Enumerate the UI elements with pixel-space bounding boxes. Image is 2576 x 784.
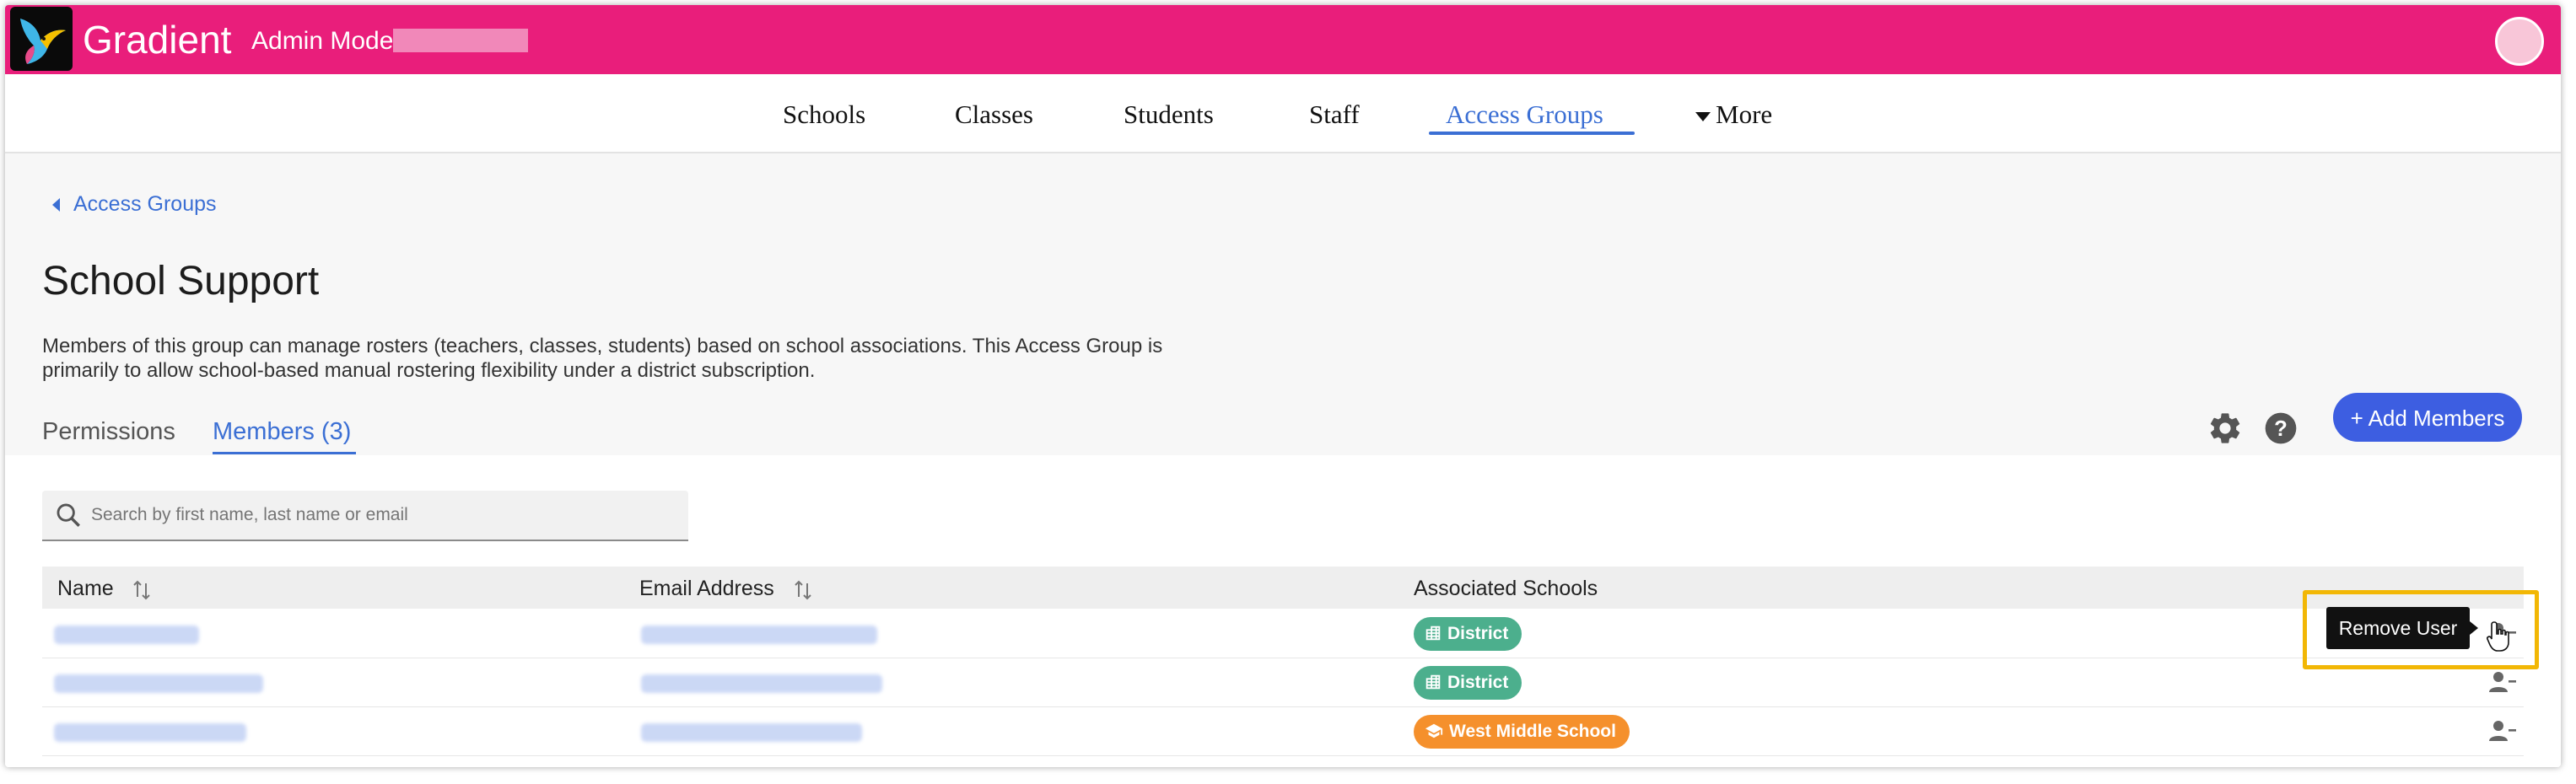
app-window: Gradient Admin Mode Schools Classes Stud… xyxy=(5,5,2561,767)
breadcrumb[interactable]: Access Groups xyxy=(52,192,217,217)
sort-icon[interactable] xyxy=(793,578,813,602)
column-header-name[interactable]: Name xyxy=(57,577,114,601)
redacted-name-link[interactable] xyxy=(54,674,263,693)
nav-item-classes[interactable]: Classes xyxy=(955,99,1033,130)
help-icon[interactable]: ? xyxy=(2262,410,2299,447)
add-members-button[interactable]: + Add Members xyxy=(2333,393,2522,442)
tab-permissions[interactable]: Permissions xyxy=(42,418,175,446)
table-row: District xyxy=(42,609,2524,658)
redacted-district-name xyxy=(393,29,528,52)
sort-icon[interactable] xyxy=(132,578,152,602)
hand-pointer-icon xyxy=(2487,620,2512,652)
redacted-email xyxy=(641,723,862,742)
search-field[interactable] xyxy=(42,491,688,541)
remove-user-icon[interactable] xyxy=(2488,718,2517,744)
district-badge: District xyxy=(1414,666,1522,700)
tab-members[interactable]: Members (3) xyxy=(213,418,351,446)
redacted-name-link[interactable] xyxy=(54,723,246,742)
svg-text:?: ? xyxy=(2274,417,2288,441)
nav-active-indicator xyxy=(1429,132,1635,135)
district-badge: District xyxy=(1414,617,1522,651)
nav-item-students[interactable]: Students xyxy=(1124,99,1214,130)
caret-down-icon xyxy=(1695,112,1711,122)
badge-label: District xyxy=(1447,624,1509,643)
table-row: West Middle School xyxy=(42,706,2524,756)
page-description: Members of this group can manage rosters… xyxy=(42,335,1163,382)
building-icon xyxy=(1425,626,1441,641)
top-bar: Gradient Admin Mode xyxy=(5,5,2561,74)
column-header-email[interactable]: Email Address xyxy=(639,577,774,601)
page-title: School Support xyxy=(42,259,320,303)
main-nav: Schools Classes Students Staff Access Gr… xyxy=(5,74,2561,153)
back-caret-icon xyxy=(52,198,60,212)
search-input[interactable] xyxy=(89,497,675,533)
school-badge: West Middle School xyxy=(1414,715,1630,749)
hummingbird-logo-icon[interactable] xyxy=(10,7,73,71)
building-icon xyxy=(1425,674,1441,690)
table-row: District xyxy=(42,658,2524,707)
user-avatar[interactable] xyxy=(2495,17,2544,66)
badge-label: District xyxy=(1447,673,1509,692)
admin-mode-label: Admin Mode xyxy=(251,27,394,55)
nav-item-more[interactable]: More xyxy=(1695,99,1772,130)
search-icon xyxy=(54,501,83,529)
breadcrumb-label: Access Groups xyxy=(73,192,217,216)
nav-more-label: More xyxy=(1716,99,1773,129)
nav-item-staff[interactable]: Staff xyxy=(1309,99,1360,130)
redacted-name-link[interactable] xyxy=(54,626,199,644)
brand-name[interactable]: Gradient xyxy=(83,17,231,62)
nav-item-access-groups[interactable]: Access Groups xyxy=(1446,99,1603,130)
tab-active-indicator xyxy=(213,452,356,454)
nav-item-schools[interactable]: Schools xyxy=(783,99,865,130)
gear-icon[interactable] xyxy=(2207,410,2244,447)
table-header: Name Email Address Associated Schools xyxy=(42,567,2524,609)
graduation-cap-icon xyxy=(1425,723,1443,738)
column-header-associated-schools: Associated Schools xyxy=(1414,577,1598,600)
redacted-email xyxy=(641,674,882,693)
remove-user-tooltip: Remove User xyxy=(2326,607,2478,649)
remove-user-icon[interactable] xyxy=(2488,669,2517,695)
badge-label: West Middle School xyxy=(1449,722,1616,741)
redacted-email xyxy=(641,626,877,644)
